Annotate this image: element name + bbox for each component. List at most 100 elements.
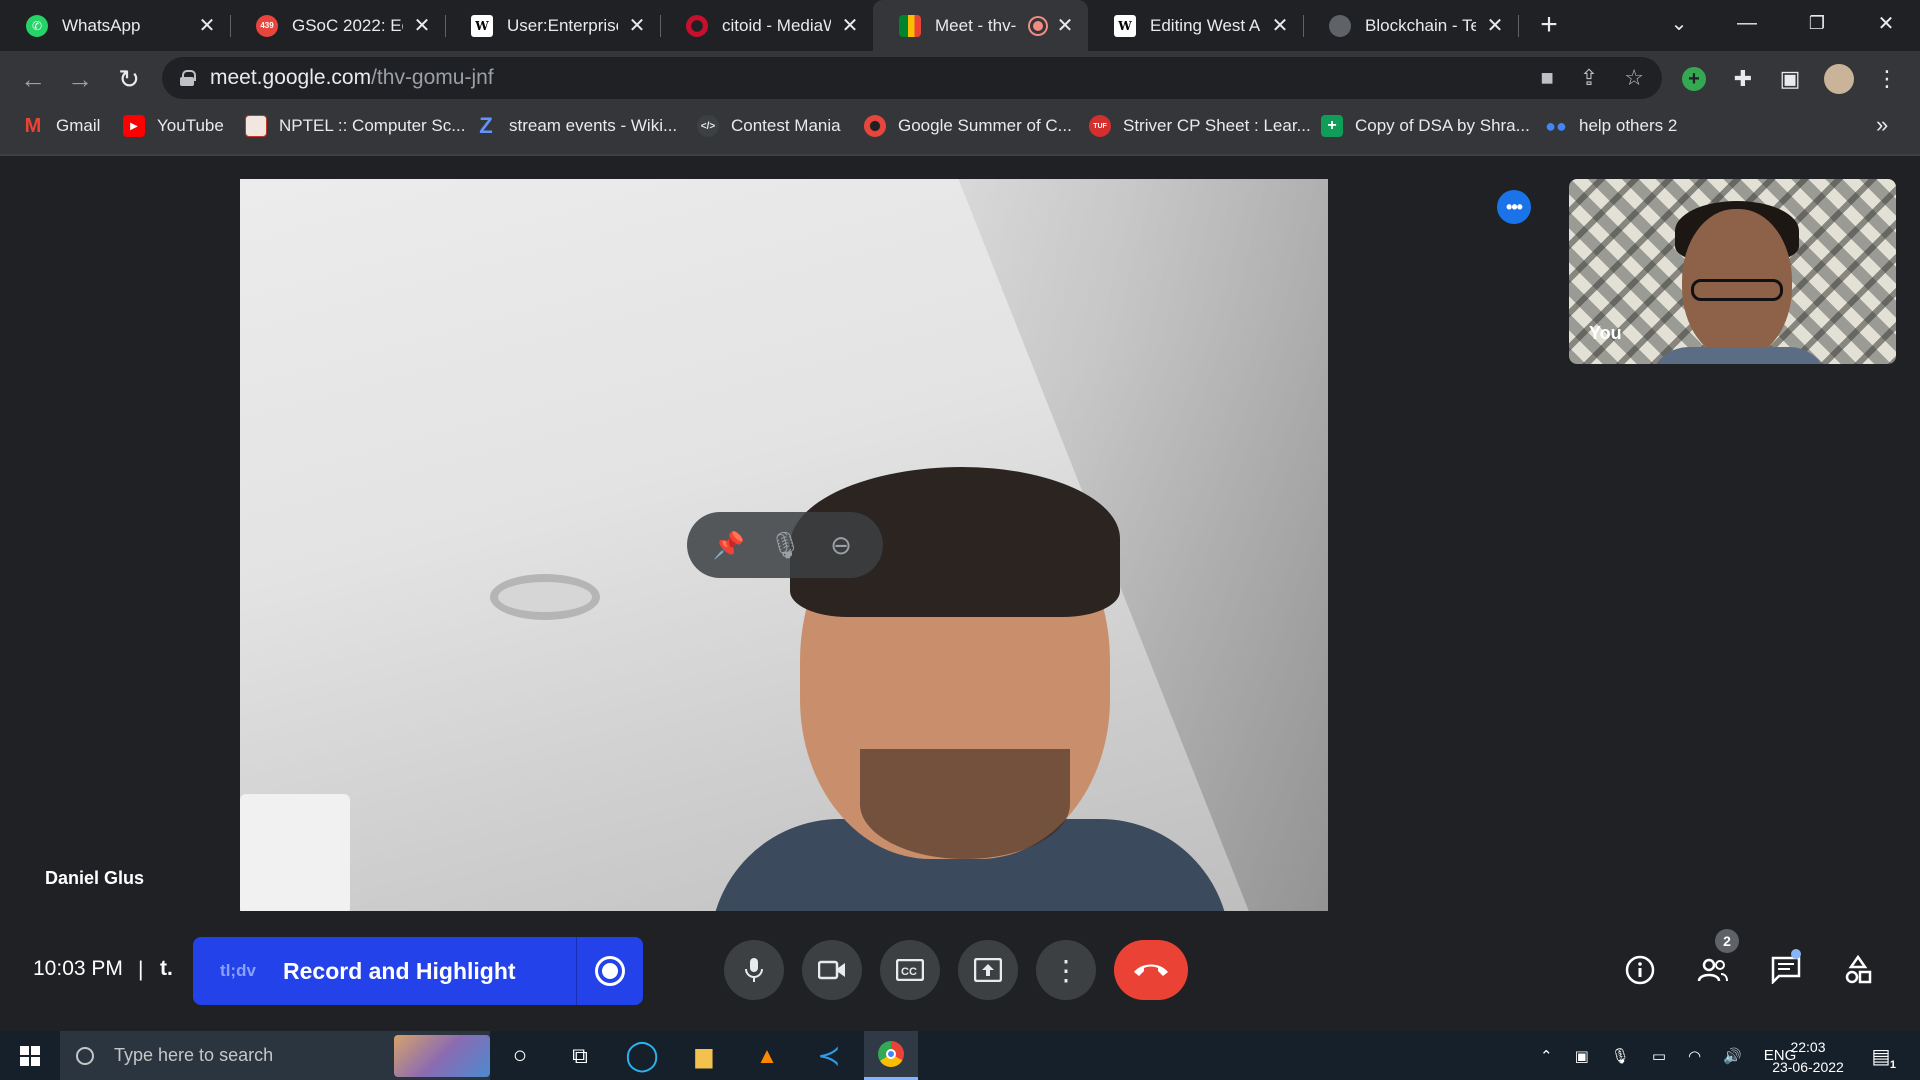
pin-icon[interactable]: 📌	[709, 530, 749, 561]
tldv-record-button[interactable]: tl;dv Record and Highlight	[193, 937, 643, 1005]
self-video-tile[interactable]: You	[1569, 179, 1896, 364]
back-button[interactable]: ←	[16, 62, 50, 96]
tuf-icon: TUF	[1089, 115, 1111, 137]
chat-notification-dot	[1791, 949, 1801, 959]
lock-icon[interactable]	[180, 70, 196, 86]
close-icon[interactable]: ✕	[411, 15, 433, 37]
extensions-puzzle-icon[interactable]: ✚	[1726, 62, 1760, 96]
meet-tray-icon[interactable]: ▣	[1575, 1047, 1589, 1065]
taskbar-vscode[interactable]: ≺	[802, 1031, 856, 1080]
tab-citoid[interactable]: citoid - MediaW ✕	[660, 0, 873, 51]
bookmark-striver[interactable]: TUF Striver CP Sheet : Lear...	[1089, 112, 1311, 140]
show-hidden-icons[interactable]: ⌃	[1540, 1047, 1553, 1065]
minimize-button[interactable]: —	[1716, 0, 1778, 46]
bookmark-help-others[interactable]: ●● help others 2	[1545, 112, 1677, 140]
present-screen-button[interactable]	[958, 940, 1018, 1000]
tab-blockchain[interactable]: Blockchain - Tes ✕	[1303, 0, 1518, 51]
bookmark-nptel[interactable]: NPTEL :: Computer Sc...	[245, 112, 465, 140]
taskbar-chrome[interactable]	[864, 1031, 918, 1080]
side-panel-icon[interactable]: ▣	[1773, 62, 1807, 96]
people-button[interactable]	[1693, 950, 1733, 990]
close-icon[interactable]: ✕	[839, 15, 861, 37]
tab-gsoc[interactable]: 439 GSoC 2022: Edit ✕	[230, 0, 445, 51]
start-button[interactable]	[0, 1031, 60, 1080]
whatsapp-icon: ✆	[26, 14, 48, 37]
address-bar[interactable]: meet.google.com/thv-gomu-jnf ■ ⇪ ☆	[162, 57, 1662, 99]
tab-user-enterprisey[interactable]: W User:Enterprisey ✕	[445, 0, 660, 51]
taskbar-file-explorer[interactable]: ▆	[677, 1031, 731, 1080]
people-icon	[1697, 958, 1728, 982]
activities-icon	[1845, 955, 1872, 984]
record-icon[interactable]	[577, 956, 643, 986]
restore-button[interactable]: ❐	[1786, 0, 1848, 46]
blockchain-icon	[1329, 14, 1351, 37]
present-icon	[974, 958, 1002, 982]
youtube-icon: ▶	[123, 115, 145, 137]
tile-hover-controls: 📌 🎙 ⊖	[687, 512, 883, 578]
bookmark-youtube[interactable]: ▶ YouTube	[123, 112, 224, 140]
meeting-details-button[interactable]	[1620, 950, 1660, 990]
more-bookmarks-icon[interactable]: »	[1876, 112, 1888, 138]
close-icon[interactable]: ✕	[196, 15, 218, 37]
search-icon	[76, 1046, 94, 1065]
profile-avatar[interactable]	[1822, 62, 1856, 96]
camera-icon[interactable]: ■	[1541, 65, 1554, 91]
bookmark-gsoc[interactable]: Google Summer of C...	[864, 112, 1072, 140]
activities-button[interactable]	[1838, 950, 1878, 990]
bookmark-dsa-sheet[interactable]: + Copy of DSA by Shra...	[1321, 112, 1530, 140]
new-tab-button[interactable]: +	[1532, 8, 1566, 42]
close-icon[interactable]: ✕	[626, 15, 648, 37]
closed-captions-icon: CC	[896, 959, 924, 981]
tab-search-icon[interactable]: ⌄	[1648, 0, 1710, 46]
tab-strip: ✆ WhatsApp ✕ 439 GSoC 2022: Edit ✕ W Use…	[0, 0, 1920, 51]
tab-editing-west[interactable]: W Editing West All ✕	[1088, 0, 1303, 51]
tldv-record-label: Record and Highlight	[283, 957, 516, 984]
bookmark-stream-events[interactable]: Z stream events - Wiki...	[475, 112, 677, 140]
taskbar-edge[interactable]: ◯	[615, 1031, 669, 1080]
group-icon: ●●	[1545, 115, 1567, 136]
notification-center-button[interactable]: ▤ 1	[1866, 1041, 1896, 1071]
share-icon[interactable]: ⇪	[1580, 65, 1598, 91]
mediawiki-icon	[686, 14, 708, 37]
taskbar-search[interactable]: Type here to search	[60, 1031, 490, 1080]
zulip-icon: Z	[479, 113, 493, 138]
taskbar-vlc[interactable]: ▲	[740, 1031, 794, 1080]
close-icon[interactable]: ✕	[1484, 15, 1506, 37]
sheets-icon: +	[1321, 115, 1343, 137]
hang-up-icon	[1134, 964, 1168, 976]
bookmark-gmail[interactable]: M Gmail	[22, 112, 101, 140]
taskbar-clock[interactable]: 22:03 23-06-2022	[1768, 1037, 1848, 1077]
battery-icon[interactable]: ▭	[1652, 1047, 1666, 1065]
tab-whatsapp[interactable]: ✆ WhatsApp ✕	[0, 0, 230, 51]
bookmark-star-icon[interactable]: ☆	[1624, 65, 1644, 91]
mic-tray-icon[interactable]: 🎙	[1611, 1047, 1630, 1065]
vlc-icon: ▲	[756, 1042, 778, 1068]
forward-button[interactable]: →	[63, 62, 97, 96]
search-highlight-image	[394, 1035, 490, 1077]
close-window-button[interactable]: ✕	[1855, 0, 1917, 46]
wikipedia-icon: W	[471, 14, 493, 37]
task-view-icon: ⧉	[572, 1042, 588, 1068]
captions-button[interactable]: CC	[880, 940, 940, 1000]
remove-participant-icon[interactable]: ⊖	[821, 530, 861, 561]
close-icon[interactable]: ✕	[1054, 15, 1076, 37]
chrome-menu-icon[interactable]: ⋮	[1870, 62, 1904, 96]
task-view-button[interactable]: ⧉	[553, 1031, 607, 1080]
folder-icon: ▆	[695, 1042, 713, 1068]
extension-plus-icon[interactable]: +	[1677, 62, 1711, 96]
reload-button[interactable]: ↻	[112, 62, 146, 96]
bookmark-contest-mania[interactable]: </> Contest Mania	[697, 112, 841, 140]
nptel-icon	[245, 115, 267, 137]
microphone-button[interactable]	[724, 940, 784, 1000]
close-icon[interactable]: ✕	[1269, 15, 1291, 37]
cortana-button[interactable]: ○	[493, 1031, 547, 1080]
self-tile-more-options-button[interactable]: •••	[1497, 190, 1531, 224]
mute-participant-icon[interactable]: 🎙	[765, 530, 805, 561]
camera-button[interactable]	[802, 940, 862, 1000]
more-options-button[interactable]: ⋮	[1036, 940, 1096, 1000]
leave-call-button[interactable]	[1114, 940, 1188, 1000]
volume-icon[interactable]: 🔊	[1723, 1047, 1742, 1065]
tab-meet[interactable]: Meet - thv- ✕	[873, 0, 1088, 51]
edge-icon: ◯	[625, 1039, 659, 1072]
wifi-icon[interactable]: ◠	[1688, 1047, 1701, 1065]
